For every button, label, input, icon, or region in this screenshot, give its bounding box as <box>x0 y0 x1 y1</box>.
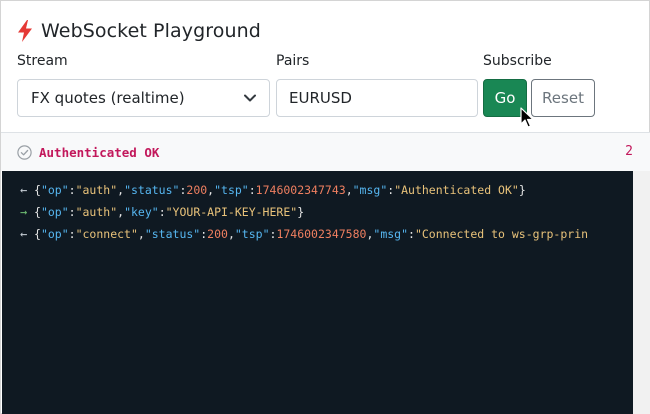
json-key: "key" <box>124 205 159 219</box>
stream-select-value: FX quotes (realtime) <box>31 89 185 107</box>
json-key: "tsp" <box>214 183 249 197</box>
json-comma: , <box>227 227 235 241</box>
pairs-label: Pairs <box>276 53 310 69</box>
json-comma: , <box>117 205 125 219</box>
json-value: 1746002347580 <box>276 227 367 241</box>
console-message-line[interactable]: ←{"op": "auth", "status":200, "tsp":1746002… <box>2 179 633 201</box>
json-brace: } <box>297 205 305 219</box>
json-value: 200 <box>207 227 228 241</box>
json-comma: , <box>137 227 145 241</box>
json-value: "Authenticated OK" <box>394 183 519 197</box>
pairs-input[interactable] <box>276 79 478 117</box>
json-colon: : <box>158 205 166 219</box>
json-key: "msg" <box>373 227 409 241</box>
app-title: WebSocket Playground <box>41 20 261 42</box>
json-key: "op" <box>40 227 69 241</box>
console-message-line[interactable]: →{"op": "auth", "key": "YOUR-API-KEY-HERE"} <box>2 201 633 223</box>
json-colon: : <box>179 183 187 197</box>
app-window: WebSocket Playground Stream Pairs Subscr… <box>0 0 650 414</box>
lightning-bolt-icon <box>17 20 33 42</box>
message-console[interactable]: ←{"op": "auth", "status":200, "tsp":1746002… <box>2 171 633 414</box>
json-key: "status" <box>124 183 180 197</box>
json-colon: : <box>68 205 76 219</box>
chevron-down-icon <box>243 91 257 105</box>
console-scrollbar[interactable] <box>633 171 650 414</box>
json-colon: : <box>387 183 395 197</box>
json-brace: { <box>34 205 41 219</box>
json-comma: , <box>366 227 374 241</box>
json-key: "op" <box>40 183 69 197</box>
json-colon: : <box>68 183 76 197</box>
app-header: WebSocket Playground <box>17 18 261 44</box>
json-brace: { <box>34 227 41 241</box>
status-text: Authenticated OK <box>39 145 160 160</box>
subscribe-label: Subscribe <box>483 53 552 69</box>
console-message-line[interactable]: ←{"op": "connect", "status":200, "tsp":1746… <box>2 223 633 245</box>
mouse-pointer-icon <box>520 107 534 129</box>
incoming-arrow-icon: ← <box>20 227 28 241</box>
json-value: "Connected to ws-grp-prin <box>414 227 589 241</box>
stream-select[interactable]: FX quotes (realtime) <box>17 79 270 117</box>
json-comma: , <box>207 183 215 197</box>
json-colon: : <box>200 227 208 241</box>
json-value: 200 <box>186 183 208 197</box>
json-colon: : <box>408 227 415 241</box>
stream-label: Stream <box>17 53 68 69</box>
json-key: "msg" <box>352 183 388 197</box>
json-key: "tsp" <box>234 227 270 241</box>
json-value: 1746002347743 <box>255 183 346 197</box>
json-key: "status" <box>144 227 201 241</box>
json-key: "op" <box>40 205 69 219</box>
json-value: "auth" <box>75 183 118 197</box>
reset-button[interactable]: Reset <box>531 79 595 117</box>
check-circle-icon <box>17 145 32 160</box>
json-colon: : <box>248 183 256 197</box>
incoming-arrow-icon: ← <box>20 183 28 197</box>
json-brace: } <box>518 183 526 197</box>
message-count: 2 <box>625 144 633 159</box>
json-colon: : <box>269 227 277 241</box>
json-value: "YOUR-API-KEY-HERE" <box>165 205 298 219</box>
json-colon: : <box>68 227 76 241</box>
json-comma: , <box>345 183 353 197</box>
json-comma: , <box>117 183 125 197</box>
json-brace: { <box>34 183 41 197</box>
status-bar: Authenticated OK 2 <box>1 133 650 171</box>
outgoing-arrow-icon: → <box>20 205 28 219</box>
json-value: "auth" <box>75 205 118 219</box>
json-value: "connect" <box>75 227 138 241</box>
